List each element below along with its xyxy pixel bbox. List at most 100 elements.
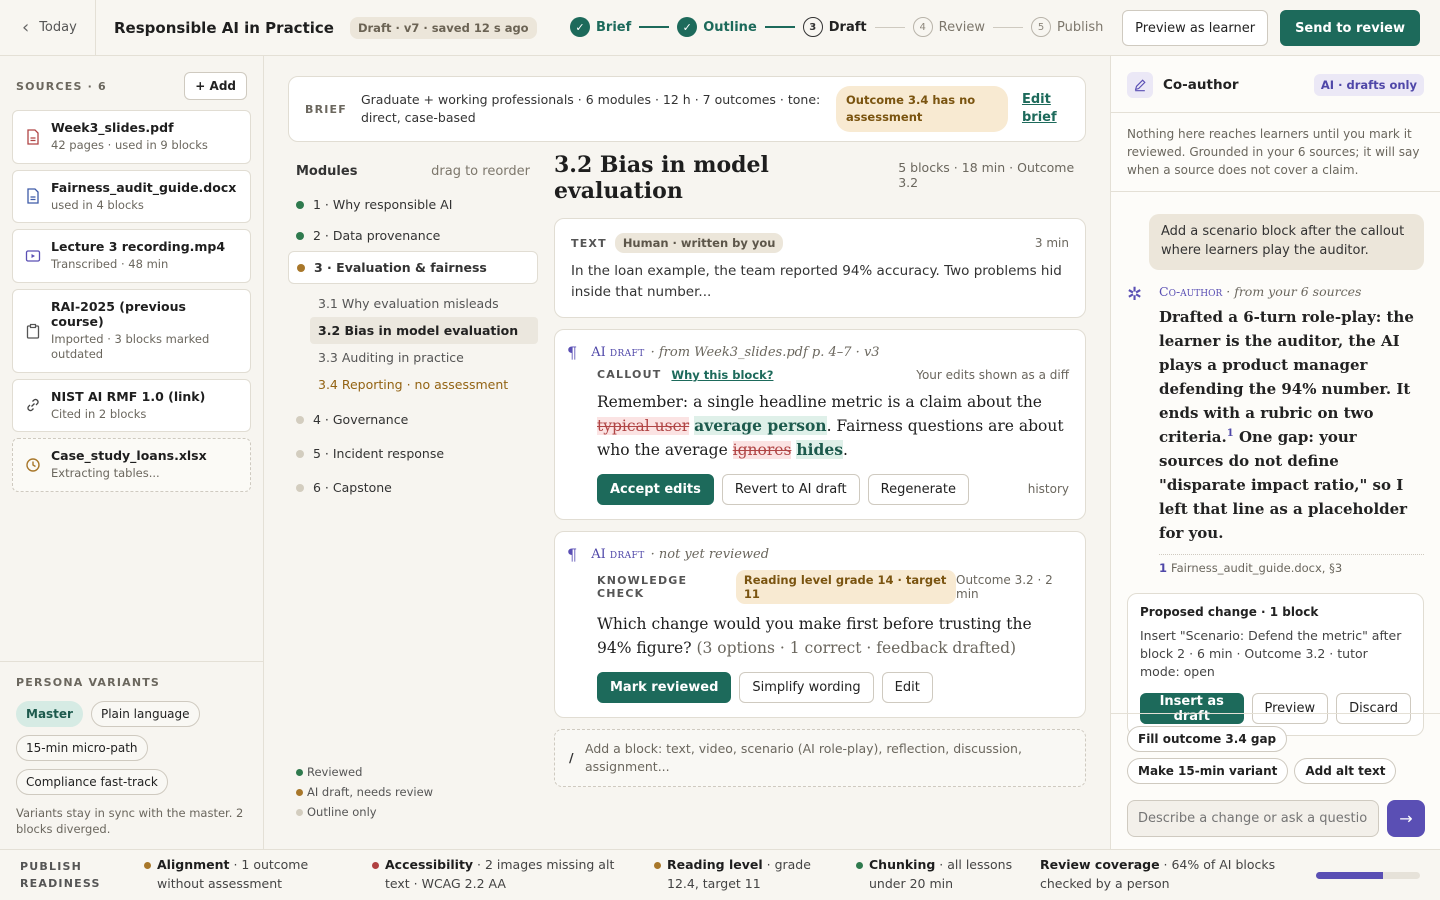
pilcrow-icon: ¶ <box>567 544 578 564</box>
add-block-input[interactable]: / Add a block: text, video, scenario (AI… <box>554 728 1086 788</box>
knowledge-check-block[interactable]: ¶ AI draft · not yet reviewed KNOWLEDGE … <box>554 530 1086 718</box>
callout-text[interactable]: Remember: a single headline metric is a … <box>597 390 1069 462</box>
why-this-block-link[interactable]: Why this block? <box>671 368 773 382</box>
persona-chip-micro-path[interactable]: 15-min micro-path <box>16 734 148 761</box>
module-item[interactable]: 4 · Governance <box>288 404 538 435</box>
status-dot <box>296 483 304 492</box>
step-label: Publish <box>1057 19 1104 35</box>
block-meta: Outcome 3.2 · 2 min <box>956 572 1053 601</box>
regenerate-button[interactable]: Regenerate <box>867 473 969 505</box>
ai-label: AI draft <box>591 345 644 360</box>
preview-as-learner-button[interactable]: Preview as learner <box>1122 10 1269 46</box>
lesson-item[interactable]: 3.1 Why evaluation misleads <box>288 290 538 317</box>
persona-chip-plain-language[interactable]: Plain language <box>90 700 200 727</box>
edit-brief-link[interactable]: Edit brief <box>1022 91 1062 126</box>
accept-edits-button[interactable]: Accept edits <box>597 473 714 505</box>
readiness-title: Review coverage <box>1040 857 1160 873</box>
ai-text: AI <box>591 344 606 360</box>
assistant-name: Co-author <box>1159 283 1223 299</box>
review-coverage-progress <box>1316 872 1420 879</box>
step-brief[interactable]: ✓ Brief <box>570 17 631 37</box>
step-label: Outline <box>703 19 757 35</box>
brief-text: Graduate + working professionals · 6 mod… <box>360 91 821 125</box>
question-text[interactable]: Which change would you make first before… <box>597 612 1069 660</box>
readiness-text: Accessibility · 2 images missing alt tex… <box>385 856 642 894</box>
source-item[interactable]: RAI-2025 (previous course) Imported · 3 … <box>12 288 251 373</box>
readiness-title: Reading level <box>667 857 763 873</box>
quick-action-chip[interactable]: Add alt text <box>1294 758 1397 784</box>
legend-label: Outline only <box>307 805 377 819</box>
footnote-ref[interactable]: 1 <box>1227 428 1234 439</box>
send-to-review-button[interactable]: Send to review <box>1280 10 1420 46</box>
module-item[interactable]: 1 · Why responsible AI <box>288 189 538 220</box>
doc-icon <box>27 188 39 204</box>
source-item[interactable]: Case_study_loans.xlsx Extracting tables.… <box>12 438 251 492</box>
author-tag: Human · written by you <box>614 233 784 253</box>
lesson-item[interactable]: 3.3 Auditing in practice <box>288 344 538 371</box>
callout-block[interactable]: ¶ AI draft · from Week3_slides.pdf p. 4–… <box>554 328 1086 520</box>
coauthor-input[interactable] <box>1127 800 1379 837</box>
proposal-description: Insert "Scenario: Defend the metric" aft… <box>1140 627 1402 679</box>
step-review[interactable]: 4 Review <box>912 17 985 37</box>
text-block[interactable]: TEXT Human · written by you 3 min In the… <box>554 218 1086 318</box>
edit-button[interactable]: Edit <box>881 671 933 703</box>
outcome-warning-badge[interactable]: Outcome 3.4 has no assessment <box>835 86 1008 132</box>
readiness-chunking[interactable]: Chunking · all lessons under 20 min <box>856 856 1026 894</box>
legend-item: Outline only <box>296 802 433 822</box>
quick-action-chip[interactable]: Make 15-min variant <box>1127 758 1289 784</box>
block-body[interactable]: In the loan example, the team reported 9… <box>571 261 1069 303</box>
readiness-text: Review coverage · 64% of AI blocks check… <box>1040 856 1280 894</box>
block-kind: TEXT <box>571 236 607 250</box>
source-name: RAI-2025 (previous course) <box>51 298 186 329</box>
source-meta: Cited in 2 blocks <box>51 406 147 421</box>
source-name: NIST AI RMF 1.0 (link) <box>51 388 206 404</box>
module-item[interactable]: 2 · Data provenance <box>288 220 538 251</box>
readiness-reading-level[interactable]: Reading level · grade 12.4, target 11 <box>654 856 844 894</box>
source-meta: Transcribed · 48 min <box>51 257 169 272</box>
module-item[interactable]: 3 · Evaluation & fairness <box>288 251 538 284</box>
quick-action-chip[interactable]: Fill outcome 3.4 gap <box>1127 726 1288 752</box>
send-arrow-icon[interactable]: → <box>1387 800 1425 837</box>
add-source-button[interactable]: + Add <box>184 72 247 100</box>
revert-button[interactable]: Revert to AI draft <box>721 473 860 505</box>
lesson-header: 3.2 Bias in model evaluation 5 blocks · … <box>554 152 1086 204</box>
back-button[interactable]: ‹ Today <box>0 0 96 56</box>
status-dot <box>654 862 661 870</box>
review-status: · not yet reviewed <box>650 546 770 562</box>
brief-bar: BRIEF Graduate + working professionals ·… <box>288 76 1086 142</box>
persona-chip-master[interactable]: Master <box>16 700 83 727</box>
step-number: 4 <box>912 17 933 37</box>
readiness-accessibility[interactable]: Accessibility · 2 images missing alt tex… <box>372 856 642 894</box>
assistant-source: · from your 6 sources <box>1226 283 1362 299</box>
source-item[interactable]: Lecture 3 recording.mp4 Transcribed · 48… <box>12 229 251 283</box>
source-item[interactable]: Fairness_audit_guide.docx used in 4 bloc… <box>12 169 251 224</box>
lesson-item[interactable]: 3.4 Reporting · no assessment <box>288 371 538 398</box>
step-draft[interactable]: 3 Draft <box>802 17 867 37</box>
step-outline[interactable]: ✓ Outline <box>677 17 757 37</box>
simplify-wording-button[interactable]: Simplify wording <box>739 671 874 703</box>
module-item[interactable]: 6 · Capstone <box>288 472 538 503</box>
source-item[interactable]: NIST AI RMF 1.0 (link) Cited in 2 blocks <box>12 378 251 433</box>
source-item[interactable]: Week3_slides.pdf 42 pages · used in 9 bl… <box>12 110 251 164</box>
lesson-item[interactable]: 3.2 Bias in model evaluation <box>310 317 538 344</box>
footnote[interactable]: 1 Fairness_audit_guide.docx, §3 <box>1159 553 1424 575</box>
source-meta: used in 4 blocks <box>51 197 144 212</box>
source-meta: Imported · 3 blocks marked outdated <box>51 331 210 362</box>
diff-note: Your edits shown as a diff <box>916 367 1069 382</box>
lesson-title: 3.2 Bias in model evaluation <box>554 152 769 204</box>
persona-note: Variants stay in sync with the master. 2… <box>16 805 244 836</box>
module-label: 6 · Capstone <box>313 480 392 495</box>
readiness-review-coverage[interactable]: Review coverage · 64% of AI blocks check… <box>1040 856 1280 894</box>
readiness-alignment[interactable]: Alignment · 1 outcome without assessment <box>144 856 354 894</box>
mark-reviewed-button[interactable]: Mark reviewed <box>597 671 732 703</box>
step-publish[interactable]: 5 Publish <box>1031 17 1103 37</box>
module-item[interactable]: 5 · Incident response <box>288 438 538 469</box>
step-connector <box>993 26 1024 28</box>
persona-chip-compliance[interactable]: Compliance fast-track <box>16 768 168 795</box>
step-number: 3 <box>802 17 823 37</box>
history-link[interactable]: history <box>1028 482 1069 496</box>
block-header: KNOWLEDGE CHECK Reading level grade 14 ·… <box>597 569 1069 604</box>
pen-icon <box>1127 72 1153 98</box>
coauthor-title: Co-author <box>1163 77 1239 93</box>
assistant-message: ✲ Co-author · from your 6 sources Drafte… <box>1127 284 1424 575</box>
